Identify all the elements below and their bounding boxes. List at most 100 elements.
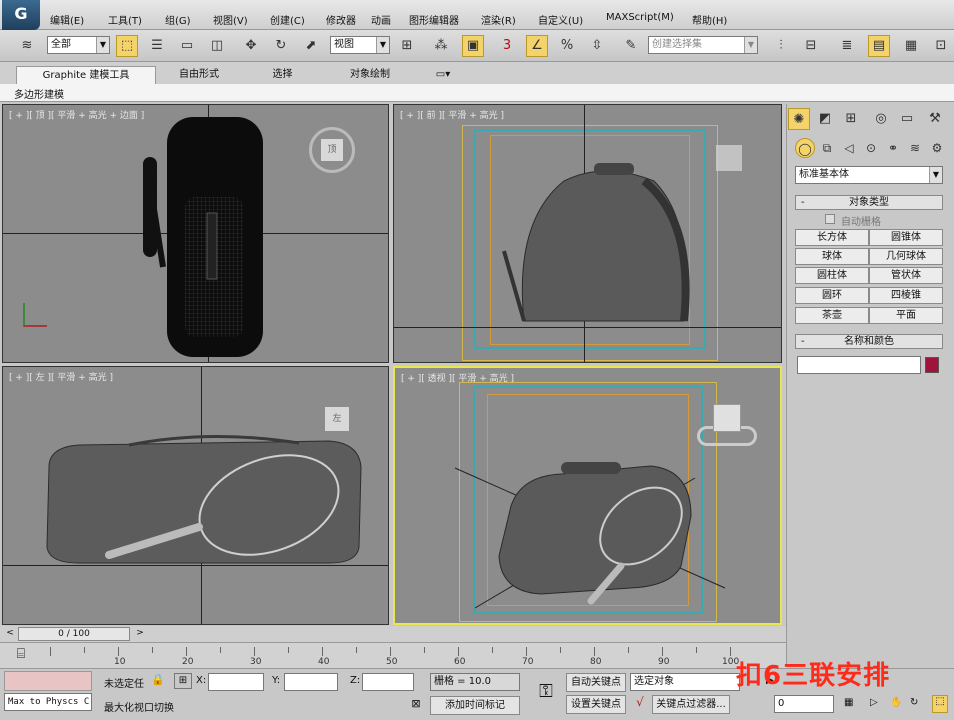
- object-color-swatch[interactable]: [925, 357, 939, 373]
- select-manipulate-icon[interactable]: ⁂: [430, 35, 452, 57]
- pivot-center-icon[interactable]: ⊞: [396, 35, 418, 57]
- viewcube[interactable]: 顶: [321, 139, 343, 161]
- viewport-left[interactable]: [ + ][ 左 ][ 平滑 + 高光 ] 左: [2, 366, 389, 625]
- object-category-dropdown[interactable]: 标准基本体 ▼: [795, 166, 943, 184]
- menu-edit[interactable]: 编辑(E): [50, 12, 84, 27]
- sphere-button[interactable]: 球体: [795, 248, 869, 265]
- absolute-mode-icon[interactable]: ⊞: [174, 673, 192, 689]
- select-object-icon[interactable]: ⬚: [116, 35, 138, 57]
- teapot-button[interactable]: 茶壶: [795, 307, 869, 324]
- render-frame-icon[interactable]: ⊡: [930, 35, 952, 57]
- align-icon[interactable]: ⊟: [800, 35, 822, 57]
- maximize-viewport-icon[interactable]: ⬚: [932, 695, 948, 713]
- named-selection-dropdown[interactable]: 创建选择集 ▼: [648, 36, 758, 54]
- y-coordinate-input[interactable]: [284, 673, 338, 691]
- ribbon-options-icon[interactable]: ▭▾: [430, 66, 456, 84]
- polygon-modeling-label[interactable]: 多边形建模: [14, 86, 64, 101]
- key-tangent-icon[interactable]: √: [630, 695, 650, 714]
- object-type-rollout-header[interactable]: - 对象类型: [795, 195, 943, 210]
- create-tab-icon[interactable]: ✺: [788, 108, 810, 130]
- set-key-button[interactable]: 设置关键点: [566, 695, 626, 714]
- viewport-top-label[interactable]: [ + ][ 顶 ][ 平滑 + 高光 + 边面 ]: [9, 108, 144, 121]
- render-setup-icon[interactable]: ▦: [900, 35, 922, 57]
- geosphere-button[interactable]: 几何球体: [869, 248, 943, 265]
- viewcube[interactable]: 左: [325, 407, 349, 431]
- viewcube[interactable]: [716, 145, 742, 171]
- undo-icon[interactable]: ≋: [16, 35, 38, 57]
- spinner-snap-icon[interactable]: ⇳: [586, 35, 608, 57]
- tube-button[interactable]: 管状体: [869, 267, 943, 284]
- viewport-left-label[interactable]: [ + ][ 左 ][ 平滑 + 高光 ]: [9, 370, 113, 383]
- cone-button[interactable]: 圆锥体: [869, 229, 943, 246]
- time-config-icon[interactable]: ▦: [844, 697, 858, 711]
- keyboard-shortcut-override-icon[interactable]: ▣: [462, 35, 484, 57]
- menu-create[interactable]: 创建(C): [270, 12, 305, 27]
- auto-grid-checkbox[interactable]: [825, 214, 835, 224]
- layer-manager-icon[interactable]: ≣: [836, 35, 858, 57]
- pan-icon[interactable]: ✋: [890, 697, 904, 711]
- menu-tools[interactable]: 工具(T): [108, 12, 142, 27]
- mirror-icon[interactable]: ⫶: [770, 35, 792, 57]
- chevron-right-icon[interactable]: >: [134, 628, 146, 640]
- isolate-icon[interactable]: ⊠: [408, 697, 424, 713]
- viewport-perspective[interactable]: [ + ][ 透视 ][ 平滑 + 高光 ]: [393, 366, 782, 625]
- select-by-name-icon[interactable]: ☰: [146, 35, 168, 57]
- motion-tab-icon[interactable]: ◎: [870, 108, 892, 130]
- rotate-icon[interactable]: ↻: [270, 35, 292, 57]
- hierarchy-tab-icon[interactable]: ⊞: [840, 108, 862, 130]
- systems-category-icon[interactable]: ⚙: [927, 138, 947, 158]
- plane-button[interactable]: 平面: [869, 307, 943, 324]
- key-filters-button[interactable]: 关键点过滤器...: [652, 695, 730, 714]
- torus-button[interactable]: 圆环: [795, 287, 869, 304]
- utilities-tab-icon[interactable]: ⚒: [924, 108, 946, 130]
- menu-group[interactable]: 组(G): [165, 12, 191, 27]
- key-selection-dropdown[interactable]: 选定对象: [630, 673, 740, 691]
- cameras-category-icon[interactable]: ⊙: [861, 138, 881, 158]
- box-button[interactable]: 长方体: [795, 229, 869, 246]
- menu-graph-editors[interactable]: 图形编辑器: [409, 12, 459, 27]
- viewport-front-label[interactable]: [ + ][ 前 ][ 平滑 + 高光 ]: [400, 108, 504, 121]
- maxscript-input[interactable]: Max to Physcs C: [4, 693, 92, 711]
- spacewarps-category-icon[interactable]: ≋: [905, 138, 925, 158]
- orbit-icon[interactable]: ↻: [910, 697, 924, 711]
- percent-snap-icon[interactable]: %: [556, 35, 578, 57]
- helpers-category-icon[interactable]: ⚭: [883, 138, 903, 158]
- cylinder-button[interactable]: 圆柱体: [795, 267, 869, 284]
- lights-category-icon[interactable]: ◁: [839, 138, 859, 158]
- menu-customize[interactable]: 自定义(U): [538, 12, 583, 27]
- current-frame-input[interactable]: 0: [774, 695, 834, 713]
- menu-animation[interactable]: 动画: [371, 12, 391, 27]
- viewport-top[interactable]: [ + ][ 顶 ][ 平滑 + 高光 + 边面 ] 顶: [2, 104, 389, 363]
- z-coordinate-input[interactable]: [362, 673, 414, 691]
- viewport-front[interactable]: [ + ][ 前 ][ 平滑 + 高光 ]: [393, 104, 782, 363]
- menu-views[interactable]: 视图(V): [213, 12, 248, 27]
- tab-selection[interactable]: 选择: [250, 66, 315, 84]
- tab-object-paint[interactable]: 对象绘制: [330, 66, 410, 84]
- move-icon[interactable]: ✥: [240, 35, 262, 57]
- snap-toggle-icon[interactable]: 3: [496, 35, 518, 57]
- zoom-icon[interactable]: ▷: [870, 697, 884, 711]
- menu-rendering[interactable]: 渲染(R): [481, 12, 516, 27]
- menu-maxscript[interactable]: MAXScript(M): [606, 12, 674, 23]
- maxscript-listener-mini[interactable]: [4, 671, 92, 691]
- modify-tab-icon[interactable]: ◩: [814, 108, 836, 130]
- viewcube[interactable]: [713, 404, 741, 432]
- lock-icon[interactable]: 🔒: [150, 673, 166, 689]
- x-coordinate-input[interactable]: [208, 673, 264, 691]
- shapes-category-icon[interactable]: ⧉: [817, 138, 837, 158]
- rectangular-selection-icon[interactable]: ▭: [176, 35, 198, 57]
- angle-snap-icon[interactable]: ∠: [526, 35, 548, 57]
- object-name-input[interactable]: [797, 356, 921, 374]
- name-color-rollout-header[interactable]: - 名称和颜色: [795, 334, 943, 349]
- app-logo-button[interactable]: G: [2, 0, 40, 30]
- auto-key-button[interactable]: 自动关键点: [566, 673, 626, 692]
- track-bar[interactable]: ⌸ 10 20 30 40 50 60 70 80 90 100: [0, 642, 786, 668]
- edit-named-selection-icon[interactable]: ✎: [620, 35, 642, 57]
- tab-graphite-modeling[interactable]: Graphite 建模工具: [16, 66, 156, 84]
- scale-icon[interactable]: ⬈: [300, 35, 322, 57]
- geometry-category-icon[interactable]: ◯: [795, 138, 815, 158]
- add-time-tag-button[interactable]: 添加时间标记: [430, 696, 520, 715]
- pyramid-button[interactable]: 四棱锥: [869, 287, 943, 304]
- reference-coordinate-dropdown[interactable]: 视图 ▼: [330, 36, 390, 54]
- display-tab-icon[interactable]: ▭: [896, 108, 918, 130]
